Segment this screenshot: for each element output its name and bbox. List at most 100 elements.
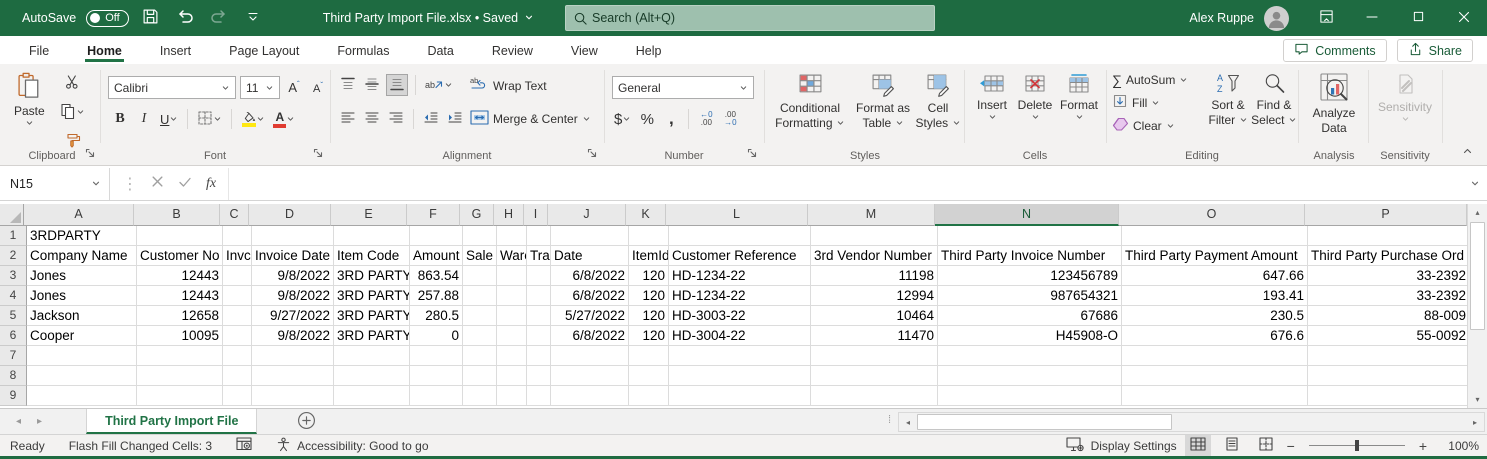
column-header-F[interactable]: F	[407, 204, 460, 226]
cell-F3[interactable]: 863.54	[410, 266, 463, 286]
page-layout-view-button[interactable]	[1219, 435, 1245, 456]
cell-K4[interactable]: 120	[629, 286, 669, 306]
cell-K1[interactable]	[629, 226, 669, 246]
column-header-C[interactable]: C	[220, 204, 249, 226]
cell-B4[interactable]: 12443	[137, 286, 223, 306]
cell-E1[interactable]	[334, 226, 410, 246]
align-center-button[interactable]	[362, 108, 382, 130]
expand-formula-bar-button[interactable]	[1463, 175, 1487, 193]
decrease-font-button[interactable]: Aˇ	[308, 77, 328, 99]
sheet-tab-active[interactable]: Third Party Import File	[86, 409, 258, 434]
cell-J5[interactable]: 5/27/2022	[551, 306, 629, 326]
cell-D8[interactable]	[252, 366, 334, 386]
cell-H3[interactable]	[497, 266, 527, 286]
cell-B9[interactable]	[137, 386, 223, 406]
cell-I7[interactable]	[527, 346, 551, 366]
cancel-button[interactable]	[151, 175, 164, 193]
cell-A6[interactable]: Cooper	[27, 326, 137, 346]
font-size-select[interactable]: 11	[240, 76, 280, 99]
cell-K5[interactable]: 120	[629, 306, 669, 326]
clipboard-dialog-launcher[interactable]	[85, 147, 95, 161]
cell-P4[interactable]: 33-2392	[1308, 286, 1467, 306]
number-format-select[interactable]: General	[612, 76, 754, 99]
cell-E6[interactable]: 3RD PARTY	[334, 326, 410, 346]
cell-A7[interactable]	[27, 346, 137, 366]
delete-cells-button[interactable]: Delete	[1014, 74, 1056, 121]
cell-O7[interactable]	[1122, 346, 1308, 366]
formula-input[interactable]	[228, 168, 1463, 200]
wrap-text-button[interactable]: ab Wrap Text	[470, 76, 547, 95]
cell-P1[interactable]	[1308, 226, 1467, 246]
name-box[interactable]: N15	[0, 168, 110, 200]
cell-styles-button[interactable]: Cell Styles	[915, 72, 960, 131]
cell-B3[interactable]: 12443	[137, 266, 223, 286]
new-sheet-button[interactable]	[297, 409, 316, 434]
cell-C7[interactable]	[223, 346, 252, 366]
comma-style-button[interactable]: ,	[661, 108, 681, 130]
copy-button[interactable]	[58, 101, 87, 123]
middle-align-button[interactable]	[362, 74, 382, 96]
cell-P6[interactable]: 55-0092	[1308, 326, 1467, 346]
save-button[interactable]	[139, 6, 163, 30]
cell-K9[interactable]	[629, 386, 669, 406]
cell-D3[interactable]: 9/8/2022	[252, 266, 334, 286]
cell-P3[interactable]: 33-2392	[1308, 266, 1467, 286]
cell-J9[interactable]	[551, 386, 629, 406]
cell-D4[interactable]: 9/8/2022	[252, 286, 334, 306]
cell-J1[interactable]	[551, 226, 629, 246]
cell-C4[interactable]	[223, 286, 252, 306]
horizontal-scrollbar[interactable]: ◂ ▸	[898, 412, 1485, 432]
cell-L6[interactable]: HD-3004-22	[669, 326, 811, 346]
prev-sheet-button[interactable]: ◂	[16, 416, 21, 427]
autosum-button[interactable]: ∑ AutoSum	[1112, 72, 1188, 88]
cell-B2[interactable]: Customer No	[137, 246, 223, 266]
cell-P7[interactable]	[1308, 346, 1467, 366]
cell-G2[interactable]: Sale	[463, 246, 497, 266]
document-title-button[interactable]: Third Party Import File.xlsx • Saved	[323, 11, 534, 25]
cell-B6[interactable]: 10095	[137, 326, 223, 346]
font-color-button[interactable]: A	[271, 108, 297, 130]
italic-button[interactable]: I	[134, 108, 154, 130]
cell-D2[interactable]: Invoice Date	[252, 246, 334, 266]
cell-M7[interactable]	[811, 346, 938, 366]
cell-P9[interactable]	[1308, 386, 1467, 406]
tab-splitter-handle[interactable]: ⁞	[888, 414, 891, 426]
column-header-K[interactable]: K	[626, 204, 666, 226]
cell-M5[interactable]: 10464	[811, 306, 938, 326]
cell-O8[interactable]	[1122, 366, 1308, 386]
search-input[interactable]: Search (Alt+Q)	[565, 5, 935, 31]
cell-M9[interactable]	[811, 386, 938, 406]
cell-I2[interactable]: Tran	[527, 246, 551, 266]
cell-F7[interactable]	[410, 346, 463, 366]
cell-G1[interactable]	[463, 226, 497, 246]
align-left-button[interactable]	[338, 108, 358, 130]
merge-center-button[interactable]: Merge & Center	[470, 110, 591, 128]
cell-I9[interactable]	[527, 386, 551, 406]
tab-data[interactable]: Data	[425, 39, 455, 62]
zoom-level[interactable]: 100%	[1435, 439, 1479, 453]
cell-N6[interactable]: H45908-O	[938, 326, 1122, 346]
tab-page-layout[interactable]: Page Layout	[227, 39, 301, 62]
maximize-button[interactable]	[1395, 0, 1441, 36]
vertical-scroll-thumb[interactable]	[1470, 222, 1485, 330]
cell-F6[interactable]: 0	[410, 326, 463, 346]
cell-D9[interactable]	[252, 386, 334, 406]
cell-O3[interactable]: 647.66	[1122, 266, 1308, 286]
cell-I5[interactable]	[527, 306, 551, 326]
autosave-toggle[interactable]: Off	[86, 9, 129, 27]
macro-record-button[interactable]	[236, 437, 252, 454]
cell-K3[interactable]: 120	[629, 266, 669, 286]
column-header-P[interactable]: P	[1305, 204, 1467, 226]
tab-home[interactable]: Home	[85, 39, 124, 62]
close-button[interactable]	[1441, 0, 1487, 36]
cell-G5[interactable]	[463, 306, 497, 326]
cell-E8[interactable]	[334, 366, 410, 386]
analyze-data-button[interactable]: Analyze Data	[1310, 72, 1358, 136]
column-header-N[interactable]: N	[935, 204, 1119, 226]
row-header-7[interactable]: 7	[0, 346, 27, 366]
horizontal-scroll-thumb[interactable]	[917, 414, 1172, 430]
cell-A1[interactable]: 3RDPARTY	[27, 226, 137, 246]
cut-button[interactable]	[58, 72, 87, 94]
cell-G9[interactable]	[463, 386, 497, 406]
number-dialog-launcher[interactable]	[747, 147, 757, 161]
